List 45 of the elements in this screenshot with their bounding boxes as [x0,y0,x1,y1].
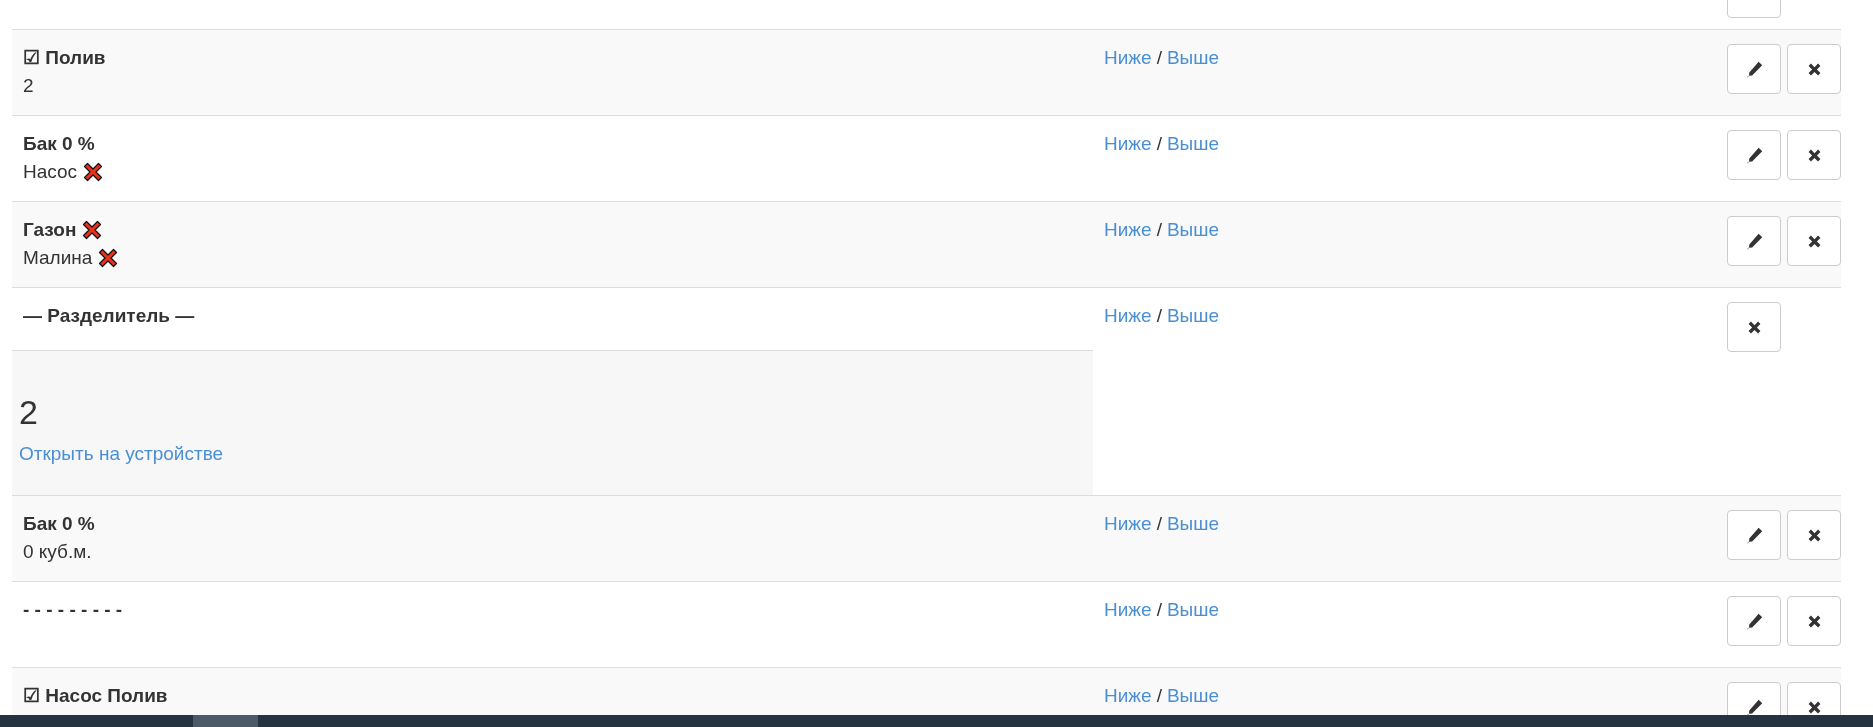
slash-separator: / [1156,219,1162,240]
move-down-link[interactable]: Ниже [1104,685,1152,706]
slash-separator: / [1156,599,1162,620]
move-up-link[interactable]: Выше [1166,305,1220,326]
delete-button[interactable] [1787,596,1841,646]
item-text: 0 куб.м. [23,540,92,564]
move-up-link[interactable]: Выше [1166,599,1220,620]
move-down-link[interactable]: Ниже [1104,47,1152,68]
slash-separator: / [1156,305,1162,326]
edit-button[interactable] [1727,44,1781,94]
move-up-link[interactable]: Выше [1166,513,1220,534]
delete-button[interactable] [1787,130,1841,180]
delete-button[interactable] [1727,302,1781,352]
slash-separator: / [1156,685,1162,706]
move-down-link[interactable]: Ниже [1104,133,1152,154]
item-text: - - - - - - - - - [23,598,123,622]
item-text: ☑ Насос Полив [23,684,168,708]
move-down-link[interactable]: Ниже [1104,219,1152,240]
item-text: 2 [23,74,34,98]
item-text: — Разделитель — [23,304,195,328]
edit-button[interactable] [1727,130,1781,180]
slash-separator: / [1156,47,1162,68]
move-down-link[interactable]: Ниже [1104,305,1152,326]
item-text: ☑ Полив [23,46,106,70]
move-up-link[interactable]: Выше [1166,133,1220,154]
item-text: Бак 0 % [23,512,95,536]
open-on-device-link[interactable]: Открыть на устройстве [19,443,224,465]
slash-separator: / [1156,513,1162,534]
edit-button[interactable] [1727,216,1781,266]
item-text: Малина [23,246,93,270]
edit-button[interactable] [1727,596,1781,646]
slash-separator: / [1156,133,1162,154]
item-text: Бак 0 % [23,132,95,156]
move-up-link[interactable]: Выше [1166,47,1220,68]
move-down-link[interactable]: Ниже [1104,513,1152,534]
move-down-link[interactable]: Ниже [1104,599,1152,620]
move-up-link[interactable]: Выше [1166,219,1220,240]
move-up-link[interactable]: Выше [1166,685,1220,706]
item-text: Насос [23,160,78,184]
item-text: Газон [23,218,77,242]
edit-button[interactable] [1727,510,1781,560]
delete-button[interactable] [1787,44,1841,94]
widget-value: 2 [19,392,38,433]
delete-button[interactable] [1787,216,1841,266]
delete-button[interactable] [1787,510,1841,560]
